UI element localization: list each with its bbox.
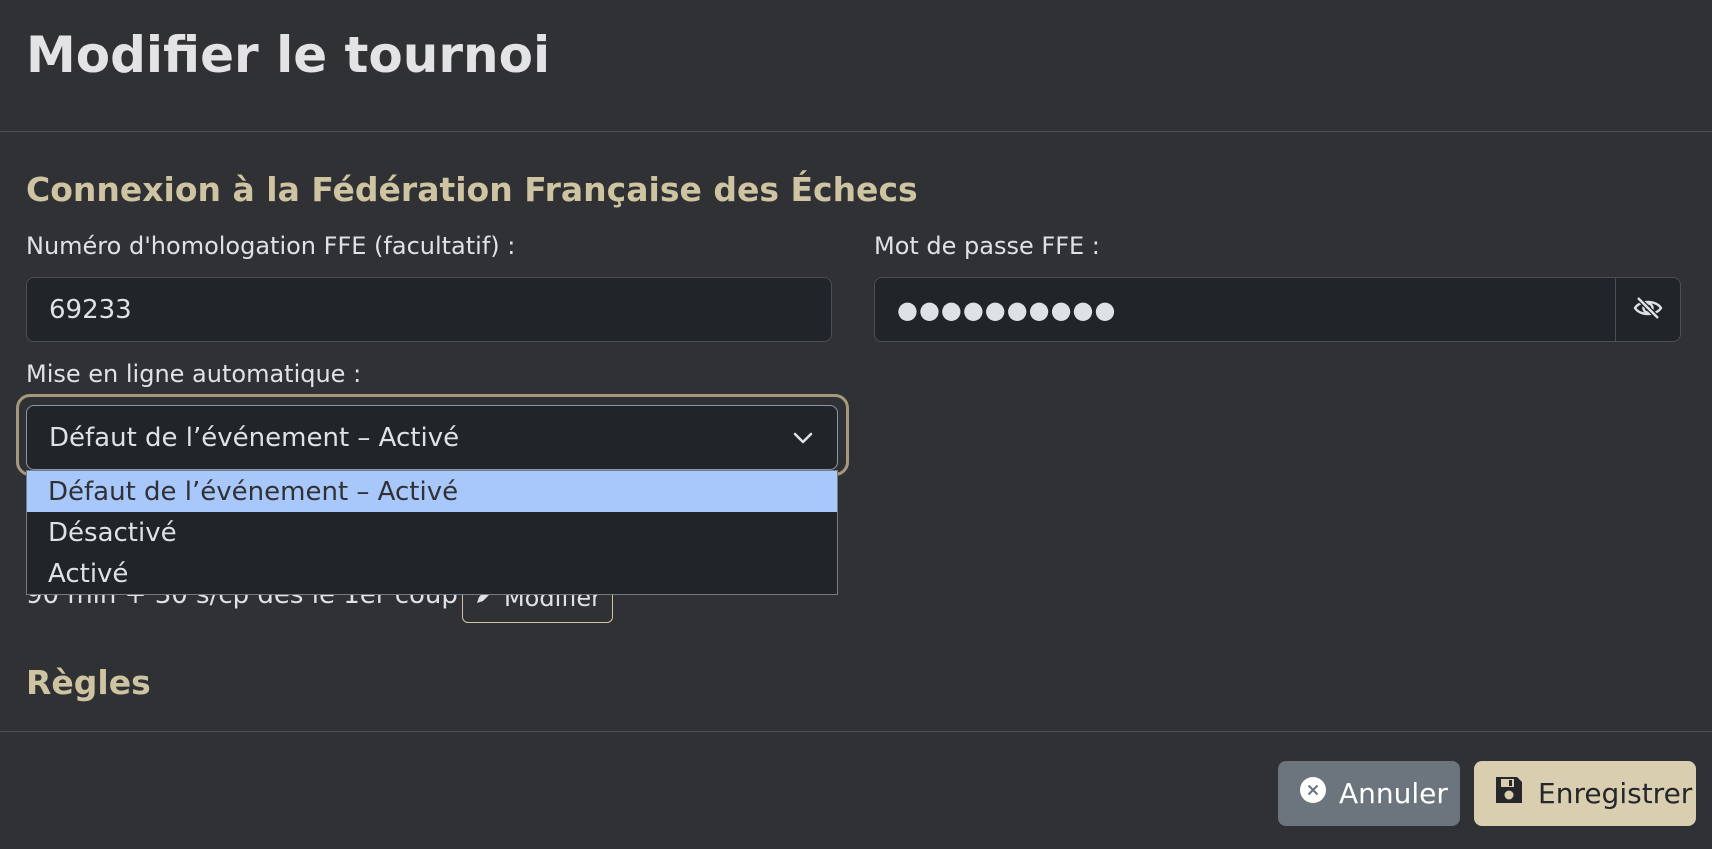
auto-upload-selected-value: Défaut de l’événement – Activé xyxy=(49,422,460,453)
chevron-down-icon xyxy=(791,426,815,457)
eye-slash-icon xyxy=(1633,295,1663,325)
save-label: Enregistrer xyxy=(1538,777,1693,810)
auto-upload-dropdown: Défaut de l’événement – Activé Désactivé… xyxy=(26,470,838,595)
floppy-disk-icon xyxy=(1494,775,1524,812)
save-button[interactable]: Enregistrer xyxy=(1474,761,1696,826)
option-default-enabled[interactable]: Défaut de l’événement – Activé xyxy=(27,471,837,512)
page-title: Modifier le tournoi xyxy=(26,26,551,84)
homologation-input[interactable]: 69233 xyxy=(26,277,832,342)
password-input[interactable]: ●●●●●●●●●● xyxy=(897,278,1116,341)
option-disabled[interactable]: Désactivé xyxy=(27,512,837,553)
close-circle-icon xyxy=(1299,776,1327,811)
auto-upload-label: Mise en ligne automatique : xyxy=(26,360,362,388)
rules-section-title: Règles xyxy=(26,663,151,702)
password-label: Mot de passe FFE : xyxy=(874,232,1100,260)
ffe-section-title: Connexion à la Fédération Française des … xyxy=(26,170,918,209)
homologation-label: Numéro d'homologation FFE (facultatif) : xyxy=(26,232,516,260)
option-enabled[interactable]: Activé xyxy=(27,553,837,594)
password-visibility-toggle[interactable] xyxy=(1615,278,1680,341)
homologation-value: 69233 xyxy=(49,294,132,325)
modal-header: Modifier le tournoi xyxy=(0,0,1712,132)
password-input-group: ●●●●●●●●●● xyxy=(874,277,1681,342)
cancel-button[interactable]: Annuler xyxy=(1278,761,1460,826)
cancel-label: Annuler xyxy=(1339,777,1448,810)
auto-upload-select[interactable]: Défaut de l’événement – Activé xyxy=(26,405,838,470)
